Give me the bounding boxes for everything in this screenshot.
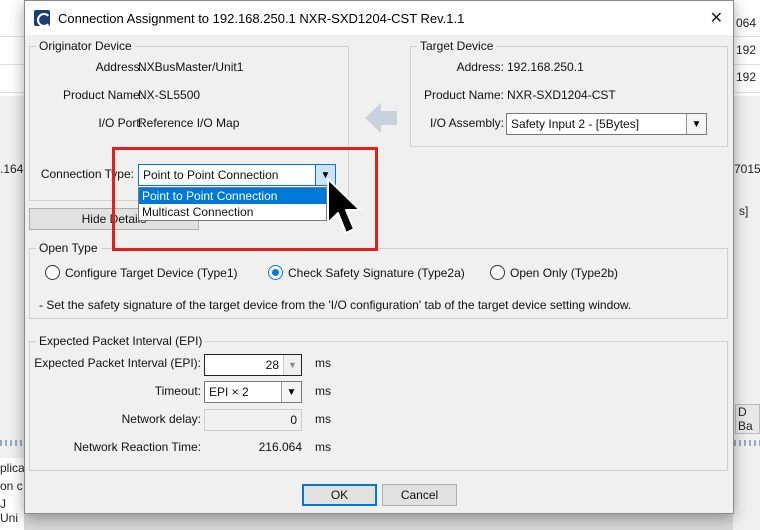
network-delay-value: 0 <box>290 413 297 427</box>
originator-address-label: Address: <box>95 60 143 74</box>
title-bar[interactable]: Connection Assignment to 192.168.250.1 N… <box>25 1 733 35</box>
bg-splitter <box>734 440 760 446</box>
target-address-label: Address: <box>456 60 504 74</box>
radio-label: Check Safety Signature (Type2a) <box>288 265 465 280</box>
bg-fragment: .164 <box>0 162 24 176</box>
bg-value: 192 <box>736 43 757 57</box>
network-reaction-label: Network Reaction Time: <box>73 440 201 454</box>
epi-input[interactable]: 28 ▼ <box>204 354 302 376</box>
target-product-label: Product Name: <box>423 88 504 102</box>
originator-io-port-value: Reference I/O Map <box>138 116 240 130</box>
timeout-label: Timeout: <box>154 384 201 398</box>
io-assembly-label: I/O Assembly: <box>429 116 504 130</box>
background-right-strip: 7015 s] D Ba <box>733 96 760 530</box>
network-reaction-unit: ms <box>315 440 331 454</box>
network-delay-label: Network delay: <box>121 412 201 426</box>
chevron-down-icon[interactable]: ▼ <box>686 114 706 134</box>
radio-circle-selected[interactable] <box>268 265 283 280</box>
epi-unit: ms <box>315 356 331 370</box>
radio-configure-target[interactable]: Configure Target Device (Type1) <box>45 265 238 280</box>
bg-fragment: 7015 <box>734 162 760 176</box>
io-assembly-select[interactable]: Safety Input 2 - [5Bytes] ▼ <box>506 113 707 135</box>
open-type-note: - Set the safety signature of the target… <box>39 298 632 312</box>
bg-fragment: J Uni <box>0 497 19 525</box>
epi-label: Expected Packet Interval (EPI): <box>34 356 201 370</box>
radio-label: Open Only (Type2b) <box>510 265 619 280</box>
close-icon[interactable]: ✕ <box>710 8 723 28</box>
radio-check-safety-signature[interactable]: Check Safety Signature (Type2a) <box>268 265 465 280</box>
bg-fragment: s] <box>739 204 749 218</box>
timeout-unit: ms <box>315 384 331 398</box>
target-legend: Target Device <box>420 39 494 53</box>
chevron-down-icon[interactable]: ▼ <box>281 382 301 402</box>
bg-fragment: on c <box>0 479 23 493</box>
open-type-legend: Open Type <box>39 241 98 255</box>
radio-circle[interactable] <box>45 265 60 280</box>
network-delay-input: 0 <box>204 409 302 431</box>
originator-product-value: NX-SL5500 <box>138 88 201 102</box>
connection-type-label: Connection Type: <box>40 167 134 181</box>
originator-address-value: NXBusMaster/Unit1 <box>138 60 244 74</box>
epi-legend: Expected Packet Interval (EPI) <box>39 334 203 348</box>
network-delay-unit: ms <box>315 412 331 426</box>
originator-legend: Originator Device <box>39 39 132 53</box>
chevron-down-icon[interactable]: ▼ <box>283 355 301 375</box>
mouse-pointer-icon <box>327 178 361 234</box>
originator-product-label: Product Name: <box>62 88 143 102</box>
bg-value: 192 <box>736 70 757 84</box>
connection-type-select[interactable]: Point to Point Connection ▼ <box>138 164 336 186</box>
epi-value: 28 <box>265 358 279 372</box>
dropdown-option-multicast[interactable]: Multicast Connection <box>139 204 326 220</box>
radio-label: Configure Target Device (Type1) <box>65 265 238 280</box>
io-assembly-value: Safety Input 2 - [5Bytes] <box>511 117 640 131</box>
dropdown-option-point-to-point[interactable]: Point to Point Connection <box>139 188 326 204</box>
timeout-value: EPI × 2 <box>209 385 249 399</box>
connection-type-value: Point to Point Connection <box>143 168 279 182</box>
connection-type-dropdown-list: Point to Point Connection Multicast Conn… <box>138 187 327 221</box>
bg-splitter <box>0 440 24 446</box>
originator-io-port-label: I/O Port: <box>98 116 143 130</box>
timeout-select[interactable]: EPI × 2 ▼ <box>204 381 302 403</box>
bg-value: 064 <box>736 16 757 30</box>
bg-fragment: plica <box>0 461 25 475</box>
left-arrow-icon <box>365 103 397 133</box>
cancel-button[interactable]: Cancel <box>382 484 457 506</box>
connection-assignment-dialog: Connection Assignment to 192.168.250.1 N… <box>24 0 734 514</box>
bg-button: D Ba <box>735 404 760 434</box>
radio-open-only[interactable]: Open Only (Type2b) <box>490 265 618 280</box>
ok-button[interactable]: OK <box>302 484 377 506</box>
radio-circle[interactable] <box>490 265 505 280</box>
target-address-value: 192.168.250.1 <box>507 60 584 74</box>
target-product-value: NXR-SXD1204-CST <box>507 88 616 102</box>
network-reaction-value: 216.064 <box>258 440 302 454</box>
dialog-title: Connection Assignment to 192.168.250.1 N… <box>58 10 465 26</box>
background-bottom-list: plica on c J Uni <box>0 458 25 530</box>
app-logo-icon <box>34 10 51 27</box>
